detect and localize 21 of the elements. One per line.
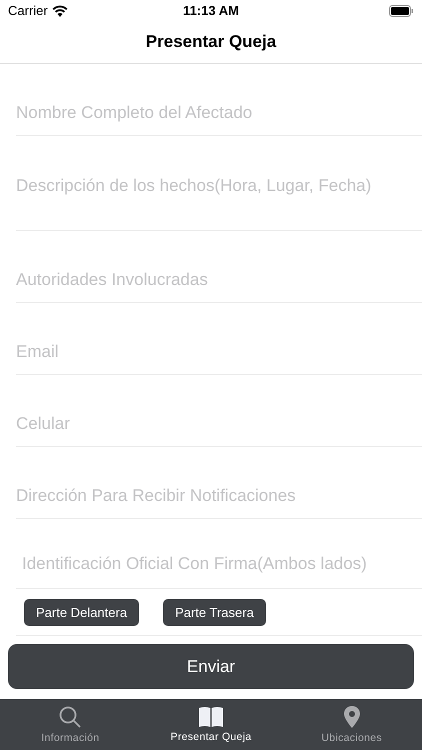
- status-time: 11:13 AM: [183, 3, 239, 18]
- input-field[interactable]: Autoridades Involucradas: [16, 270, 422, 302]
- pin-icon: [342, 705, 361, 730]
- tab[interactable]: Presentar Queja: [140, 699, 282, 750]
- input-field[interactable]: Nombre Completo del Afectado: [16, 103, 422, 136]
- book-icon: [198, 706, 224, 728]
- tab[interactable]: Información: [0, 699, 141, 750]
- screen-title: Presentar Queja: [146, 32, 276, 52]
- wifi-icon: [52, 4, 68, 17]
- id-label: Identificación Oficial Con Firma(Ambos lados): [21, 554, 367, 576]
- upload-button[interactable]: Parte Delantera: [24, 598, 140, 626]
- tab[interactable]: Ubicaciones: [281, 699, 422, 750]
- battery-icon: [389, 4, 414, 17]
- input-field[interactable]: Email: [16, 342, 422, 374]
- description-field[interactable]: Descripción de los hechos(Hora, Lugar, Fecha): [16, 176, 422, 206]
- carrier-label: Carrier: [8, 3, 48, 18]
- input-field[interactable]: Dirección Para Recibir Notificaciones: [16, 486, 422, 518]
- upload-button[interactable]: Parte Trasera: [163, 598, 266, 626]
- submit-button[interactable]: Enviar: [8, 644, 414, 690]
- input-field[interactable]: Celular: [16, 414, 422, 446]
- search-icon: [58, 705, 82, 730]
